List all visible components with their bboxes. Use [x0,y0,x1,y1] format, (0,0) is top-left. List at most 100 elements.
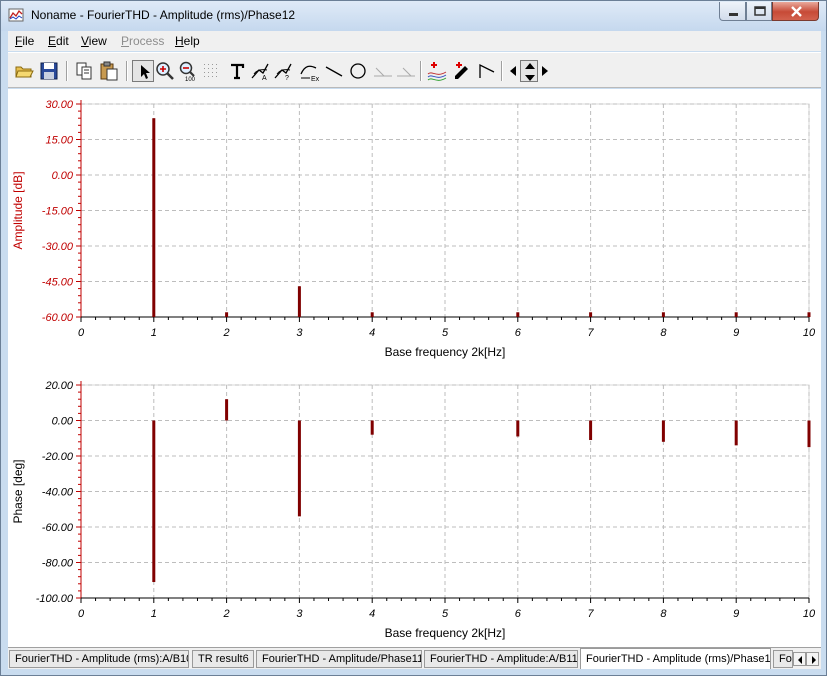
menu-file[interactable]: File [15,34,34,48]
menu-edit[interactable]: Edit [48,34,69,48]
y-tick-label: -40.00 [42,487,74,499]
marker-tool-icon: Ex [300,65,320,82]
y-tick-label: 20.00 [44,380,73,392]
add-trace-button[interactable] [426,60,448,82]
toolbar: 100 A ? Ex [8,52,821,88]
y-tick-label: -60.00 [42,522,74,534]
maximize-icon [754,6,766,16]
close-button[interactable] [772,2,819,21]
chart-bar[interactable] [152,420,156,583]
lines-b-icon [397,67,415,77]
add-trace-icon [427,62,447,81]
save-button[interactable] [38,60,60,82]
menu-view[interactable]: View [81,34,107,48]
marker-tool-button[interactable]: Ex [298,60,320,82]
zoom-100-button[interactable]: 100 [177,60,199,82]
ellipse-tool-button[interactable] [347,60,369,82]
chart-bar[interactable] [589,420,593,441]
arrow-right-button[interactable] [538,60,552,82]
chart-bar[interactable] [516,420,520,437]
x-tick-label: 4 [369,327,375,339]
tab-fo[interactable]: Fo [773,650,793,668]
x-tick-label: 5 [442,327,449,339]
tab-fourier-amplitude-rms-ab10[interactable]: FourierTHD - Amplitude (rms):A/B10 [9,650,189,668]
chart-bar[interactable] [516,312,520,317]
text-tool-icon [231,63,245,80]
label-tool-2-icon: ? [274,63,292,82]
chart-bar[interactable] [370,312,374,317]
y-tick-label: 0.00 [52,416,74,428]
chart-bar[interactable] [297,286,301,317]
menu-help[interactable]: Help [175,34,200,48]
save-icon [40,62,58,80]
arrow-updown-icon [525,63,535,81]
tab-scroll-right-button[interactable] [806,652,819,666]
minimize-icon [729,13,738,16]
step-icon [479,63,495,78]
open-button[interactable] [13,60,35,82]
tab-fourier-amplitude-ab11[interactable]: FourierTHD - Amplitude:A/B11 [424,650,578,668]
x-tick-label: 9 [733,608,739,620]
chart-bar[interactable] [734,420,738,446]
y-tick-label: -20.00 [42,451,74,463]
copy-button[interactable] [73,60,95,82]
chart-bar[interactable] [734,312,738,317]
label-tool-icon: A [251,63,269,82]
y-tick-label: -30.00 [42,241,74,253]
chart-bar[interactable] [807,420,811,448]
step-button[interactable] [476,60,498,82]
paste-icon [100,61,118,81]
line-tool-icon [325,66,343,77]
chart-bar[interactable] [297,420,301,517]
y-axis-label: Amplitude [dB] [11,171,25,249]
x-tick-label: 5 [442,608,449,620]
paste-button[interactable] [98,60,120,82]
x-tick-label: 1 [151,327,157,339]
toolbar-separator [501,61,503,81]
x-tick-label: 9 [733,327,739,339]
chart-bar[interactable] [661,420,665,442]
arrow-left-icon [510,66,516,76]
chart-area[interactable]: 30.00 15.00 0.00 -15.00 -30.00 -45.00 -60.00 0 1… [8,89,821,647]
zoom-in-icon [156,62,174,80]
application-window: Noname - FourierTHD - Amplitude (rms)/Ph… [0,0,827,676]
y-tick-label: -80.00 [42,558,74,570]
y-tick-label: 0.00 [52,170,74,182]
pointer-button[interactable] [132,60,154,82]
text-tool-button[interactable] [226,60,248,82]
y-tick-label: 15.00 [45,135,73,147]
window-title: Noname - FourierTHD - Amplitude (rms)/Ph… [31,8,296,22]
tab-fourier-amplitude-phase11[interactable]: FourierTHD - Amplitude/Phase11 [256,650,422,668]
chart-bar[interactable] [589,312,593,317]
chart-svg[interactable]: 30.0015.000.00-15.00-30.00-45.00-60.000 1… [8,89,821,647]
minimize-button[interactable] [719,2,746,21]
arrow-updown-button[interactable] [520,60,538,82]
y-tick-label: -15.00 [42,206,74,218]
chart-bar[interactable] [225,399,229,421]
x-tick-label: 6 [515,327,522,339]
chart-bar[interactable] [807,312,811,317]
maximize-button[interactable] [746,2,772,21]
tab-tr-result6[interactable]: TR result6 [192,650,254,668]
tab-fourier-amplitude-rms-phase12[interactable]: FourierTHD - Amplitude (rms)/Phase12 [580,648,771,669]
grid-button[interactable] [200,60,222,82]
menu-bar: File Edit View Process Help [8,31,821,51]
x-axis-label: Base frequency 2k[Hz] [385,345,506,359]
color-picker-button[interactable] [451,60,473,82]
zoom-in-button[interactable] [154,60,176,82]
tab-scroll-left-button[interactable] [793,652,806,666]
x-tick-label: 3 [296,608,303,620]
x-tick-label: 0 [78,327,85,339]
chart-bar[interactable] [152,118,156,317]
chart-bar[interactable] [225,312,229,317]
copy-icon [76,62,92,80]
chart-bar[interactable] [661,312,665,317]
label-tool-2-button[interactable]: ? [272,60,294,82]
chart-bar[interactable] [370,420,374,435]
arrow-left-button[interactable] [506,60,520,82]
open-icon [15,66,34,78]
grid-icon [204,64,217,77]
line-tool-button[interactable] [323,60,345,82]
title-bar[interactable]: Noname - FourierTHD - Amplitude (rms)/Ph… [1,1,826,31]
label-tool-button[interactable]: A [249,60,271,82]
